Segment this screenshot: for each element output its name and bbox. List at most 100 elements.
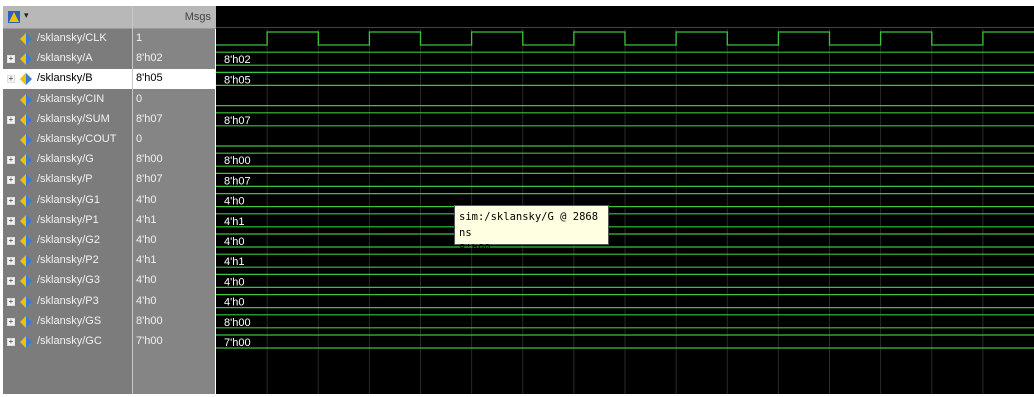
waveform-value-label: 4'h0	[224, 196, 244, 208]
signal-value: 8'h00	[136, 314, 163, 327]
value-row-gs[interactable]: 8'h00	[133, 312, 216, 332]
signal-row-sum[interactable]: + /sklansky/SUM	[3, 110, 132, 130]
expand-plus-icon[interactable]: +	[7, 75, 15, 84]
value-row-p[interactable]: 8'h07	[133, 170, 216, 190]
value-row-g1[interactable]: 4'h0	[133, 191, 216, 211]
signal-value: 0	[136, 133, 143, 145]
names-header: ▾	[3, 6, 132, 29]
wave-window: ▾ /sklansky/CLK + /sklansky/A + /sklansky/B /…	[0, 0, 1034, 397]
expand-plus-icon[interactable]: +	[7, 317, 15, 326]
signal-diamond-icon	[20, 134, 32, 146]
signal-row-p2[interactable]: + /sklansky/P2	[3, 251, 132, 271]
value-row-cin[interactable]: 0	[133, 90, 216, 110]
signal-row-b[interactable]: + /sklansky/B	[3, 69, 132, 90]
signal-value: 7'h00	[136, 335, 163, 347]
expand-plus-icon[interactable]: +	[7, 55, 15, 64]
expand-plus-icon[interactable]: +	[7, 216, 15, 225]
waveform-value-label: 4'h0	[224, 236, 244, 248]
signal-row-g[interactable]: + /sklansky/G	[3, 150, 132, 170]
signal-row-p[interactable]: + /sklansky/P	[3, 170, 132, 190]
signal-diamond-icon	[20, 33, 32, 45]
signal-name: /sklansky/SUM	[37, 112, 110, 125]
signal-diamond-icon	[20, 315, 32, 328]
value-row-p1[interactable]: 4'h1	[133, 211, 216, 231]
signal-row-a[interactable]: + /sklansky/A	[3, 49, 132, 69]
waveform-value-label: 8'h02	[224, 54, 251, 66]
signal-value: 8'h05	[136, 72, 163, 85]
expand-plus-icon[interactable]: +	[7, 176, 15, 185]
signal-name: /sklansky/GC	[37, 335, 102, 347]
expand-plus-icon[interactable]: +	[7, 338, 15, 346]
signal-value: 4'h1	[136, 213, 157, 226]
signal-name: /sklansky/CLK	[37, 32, 107, 44]
signal-name: /sklansky/CIN	[37, 92, 105, 105]
signal-diamond-icon	[20, 336, 32, 348]
waveform-canvas[interactable]: 8'h02 8'h05 8'h07 8'h00 8'h07 4'h0 4'h1 4'h0 4'h…	[216, 6, 1034, 394]
value-row-sum[interactable]: 8'h07	[133, 110, 216, 130]
expand-plus-icon[interactable]: +	[7, 297, 15, 306]
signal-row-g3[interactable]: + /sklansky/G3	[3, 271, 132, 291]
waveform-clk[interactable]	[216, 31, 1034, 46]
expand-plus-icon[interactable]: +	[7, 237, 15, 245]
waveform-value-label: 8'h07	[224, 175, 251, 187]
value-row-a[interactable]: 8'h02	[133, 49, 216, 69]
signal-row-g1[interactable]: + /sklansky/G1	[3, 191, 132, 211]
signal-diamond-icon	[20, 73, 32, 86]
signal-row-cin[interactable]: /sklansky/CIN	[3, 90, 132, 110]
signal-name-panel: ▾ /sklansky/CLK + /sklansky/A + /sklansky/B /…	[3, 6, 132, 394]
signal-diamond-icon	[20, 93, 32, 106]
signal-row-p1[interactable]: + /sklansky/P1	[3, 211, 132, 231]
signal-row-gs[interactable]: + /sklansky/GS	[3, 312, 132, 332]
signal-value: 8'h07	[136, 173, 163, 186]
signal-diamond-icon	[20, 113, 32, 126]
signal-diamond-icon	[20, 214, 32, 227]
expand-plus-icon[interactable]: +	[7, 277, 15, 286]
signal-name: /sklansky/GS	[37, 314, 102, 327]
signal-value: 4'h1	[136, 254, 157, 267]
wave-logo-icon[interactable]	[7, 10, 21, 24]
signal-row-clk[interactable]: /sklansky/CLK	[3, 29, 132, 49]
value-row-gc[interactable]: 7'h00	[133, 332, 216, 352]
value-row-clk[interactable]: 1	[133, 29, 216, 49]
signal-value: 8'h02	[136, 52, 163, 65]
signal-diamond-icon	[20, 194, 32, 207]
waveform-value-label: 4'h0	[224, 297, 244, 309]
dropdown-arrow-icon[interactable]: ▾	[24, 10, 29, 21]
expand-plus-icon[interactable]: +	[7, 156, 15, 165]
expand-plus-icon[interactable]: +	[7, 196, 15, 205]
waveform-value-label: 8'h00	[224, 155, 251, 167]
signal-value: 4'h0	[136, 193, 157, 206]
signal-row-gc[interactable]: + /sklansky/GC	[3, 332, 132, 352]
signal-row-p3[interactable]: + /sklansky/P3	[3, 292, 132, 312]
signal-row-g2[interactable]: + /sklansky/G2	[3, 231, 132, 251]
signal-name: /sklansky/G1	[37, 193, 100, 206]
value-row-p2[interactable]: 4'h1	[133, 251, 216, 271]
signal-name: /sklansky/G3	[37, 274, 100, 287]
value-row-p3[interactable]: 4'h0	[133, 292, 216, 312]
signal-value-panel: Msgs 1 8'h02 8'h05 0 8'h07 0 8'h00 8'h07 4'h0 4'h…	[132, 6, 216, 394]
waveform-value-label: 4'h1	[224, 216, 244, 228]
signal-name: /sklansky/P3	[37, 294, 99, 307]
value-row-b[interactable]: 8'h05	[133, 69, 216, 90]
value-row-g3[interactable]: 4'h0	[133, 271, 216, 291]
tooltip-value: 8'h00	[459, 243, 491, 255]
signal-value: 4'h0	[136, 274, 157, 287]
value-row-cout[interactable]: 0	[133, 130, 216, 150]
waveform-value-label: 8'h05	[224, 74, 251, 86]
signal-name: /sklansky/P2	[37, 254, 99, 267]
signal-row-cout[interactable]: /sklansky/COUT	[3, 130, 132, 150]
tooltip-signal-time: sim:/sklansky/G @ 2868 ns	[459, 211, 599, 239]
expand-plus-icon[interactable]: +	[7, 115, 15, 124]
signal-name: /sklansky/G2	[37, 234, 100, 246]
waveform-value-label: 8'h00	[224, 317, 251, 329]
values-title: Msgs	[184, 11, 211, 23]
signal-name: /sklansky/COUT	[37, 133, 117, 145]
signal-value: 4'h0	[136, 294, 157, 307]
value-tooltip: sim:/sklansky/G @ 2868 ns 8'h00	[454, 205, 609, 255]
value-row-g[interactable]: 8'h00	[133, 150, 216, 170]
value-row-g2[interactable]: 4'h0	[133, 231, 216, 251]
signal-diamond-icon	[20, 154, 32, 167]
signal-value: 4'h0	[136, 234, 157, 246]
waveform-panel[interactable]: 8'h02 8'h05 8'h07 8'h00 8'h07 4'h0 4'h1 4'h0 4'h…	[216, 6, 1034, 394]
expand-plus-icon[interactable]: +	[7, 257, 15, 266]
